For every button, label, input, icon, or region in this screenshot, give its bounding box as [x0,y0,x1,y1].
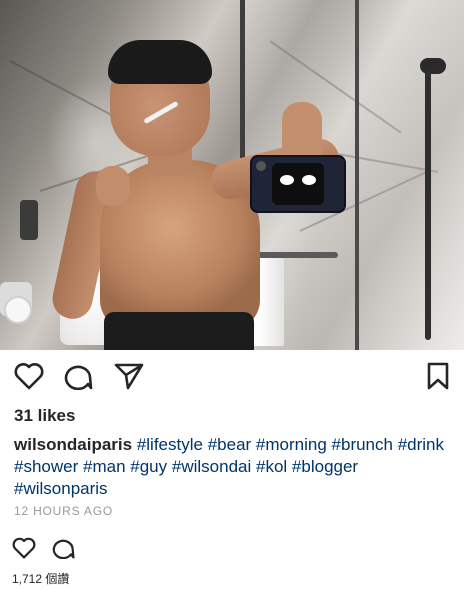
comment-icon[interactable] [52,537,76,559]
hashtag[interactable]: #morning [256,435,327,454]
caption-username[interactable]: wilsondaiparis [14,435,132,454]
shower-head [420,58,446,74]
shower-pipe [425,70,431,340]
hashtag[interactable]: #shower [14,457,78,476]
heart-icon[interactable] [12,537,36,559]
shorts [104,312,254,350]
bookmark-icon[interactable] [426,362,450,390]
smartphone [250,155,346,213]
hashtag[interactable]: #bear [208,435,251,454]
hashtag[interactable]: #kol [256,457,287,476]
hashtag[interactable]: #lifestyle [137,435,203,454]
hashtag[interactable]: #brunch [332,435,393,454]
likes-count-secondary[interactable]: 1,712 個讚 [12,570,69,587]
hashtag[interactable]: #wilsonparis [14,479,108,498]
post-timestamp: 12 HOURS AGO [14,504,113,518]
left-hand [96,166,130,206]
person-figure [48,40,346,350]
hashtag[interactable]: #guy [130,457,167,476]
hair [108,40,212,84]
post-caption: wilsondaiparis #lifestyle #bear #morning… [14,434,444,500]
hashtag[interactable]: #blogger [292,457,358,476]
hashtag[interactable]: #wilsondai [172,457,251,476]
likes-count[interactable]: 31 likes [14,406,75,426]
wall-phone [20,200,38,240]
phone-case-graphic [272,163,324,205]
comment-icon[interactable] [64,362,94,390]
hashtag[interactable]: #drink [398,435,444,454]
glass-frame [355,0,359,350]
hashtag[interactable]: #man [83,457,126,476]
post-photo[interactable] [0,0,464,350]
heart-icon[interactable] [14,362,44,390]
phone-camera [256,161,266,171]
send-icon[interactable] [114,362,144,390]
toilet-paper-roll [4,296,32,324]
